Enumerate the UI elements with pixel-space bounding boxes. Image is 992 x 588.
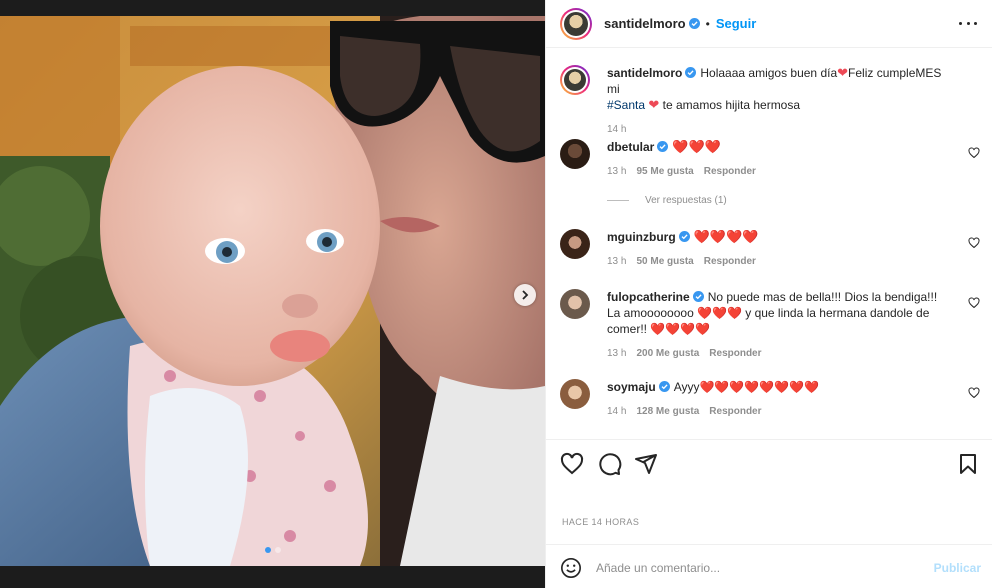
comment-item: soymaju Ayyy❤️❤️❤️❤️❤️❤️❤️❤️ 14 h 128 Me g… — [560, 379, 980, 420]
comment-icon[interactable] — [598, 452, 622, 476]
comment-input[interactable] — [596, 557, 916, 579]
post-actions — [546, 439, 992, 489]
author-username[interactable]: santidelmoro — [604, 16, 686, 31]
instagram-post: santidelmoro • Seguir santidelmoro Holaaa… — [0, 0, 992, 588]
comment-avatar[interactable] — [560, 289, 590, 319]
post-media — [0, 0, 545, 588]
heart-icon[interactable] — [968, 237, 980, 249]
heart-emoji: ❤ — [837, 65, 849, 80]
post-side-panel: santidelmoro • Seguir santidelmoro Holaaa… — [545, 0, 992, 588]
heart-icon[interactable] — [968, 297, 980, 309]
comment-time: 14 h — [607, 406, 627, 417]
view-replies-label: Ver respuestas (1) — [645, 195, 727, 206]
carousel-dot — [274, 547, 281, 553]
comment-username[interactable]: dbetular — [607, 140, 654, 154]
comment-text: Ayyy❤️❤️❤️❤️❤️❤️❤️❤️ — [673, 380, 820, 394]
bookmark-icon[interactable] — [956, 452, 980, 476]
caption-text-part: Holaaaa amigos buen día — [700, 66, 838, 80]
reply-button[interactable]: Responder — [709, 346, 761, 362]
caption-text: santidelmoro Holaaaa amigos buen día❤Feli… — [607, 65, 947, 113]
post-timestamp: HACE 14 HORAS — [562, 517, 640, 527]
carousel-indicator — [0, 547, 545, 553]
caption-avatar[interactable] — [560, 65, 590, 95]
verified-icon — [658, 381, 670, 392]
reply-button[interactable]: Responder — [709, 404, 761, 420]
share-icon[interactable] — [634, 452, 658, 476]
heart-emoji: ❤ — [648, 97, 660, 112]
comment-username[interactable]: fulopcatherine — [607, 290, 690, 304]
post-photo — [0, 16, 545, 566]
post-header: santidelmoro • Seguir — [546, 0, 992, 48]
comment-item: dbetular ❤️❤️❤️ 13 h 95 Me gusta Responder — [560, 139, 980, 180]
comment-likes[interactable]: 200 Me gusta — [636, 346, 699, 362]
follow-button[interactable]: Seguir — [716, 16, 756, 31]
verified-icon — [657, 141, 669, 152]
author-avatar[interactable] — [560, 7, 592, 40]
comment-username[interactable]: soymaju — [607, 380, 656, 394]
heart-icon[interactable] — [560, 452, 584, 476]
comment-item: mguinzburg ❤️❤️❤️❤️ 13 h 50 Me gusta Respon… — [560, 229, 980, 270]
heart-icon[interactable] — [968, 387, 980, 399]
reply-button[interactable]: Responder — [704, 164, 756, 180]
verified-icon — [678, 231, 690, 242]
chevron-right-icon — [522, 290, 529, 300]
comment-text: ❤️❤️❤️❤️ — [693, 229, 759, 244]
caption-username[interactable]: santidelmoro — [607, 66, 682, 80]
comment-username[interactable]: mguinzburg — [607, 230, 676, 244]
heart-icon[interactable] — [968, 147, 980, 159]
publish-button[interactable]: Publicar — [934, 561, 981, 575]
comment-time: 13 h — [607, 166, 627, 177]
verified-icon — [692, 291, 704, 302]
comment-item: fulopcatherine No puede mas de bella!!! D… — [560, 289, 980, 362]
view-replies-button[interactable]: Ver respuestas (1) — [607, 195, 727, 206]
carousel-dot — [264, 547, 271, 553]
verified-icon — [688, 18, 700, 29]
comment-time: 13 h — [607, 256, 627, 267]
comment-avatar[interactable] — [560, 139, 590, 169]
header-separator: • — [705, 16, 710, 31]
more-options-icon[interactable] — [959, 18, 977, 28]
comments-list: santidelmoro Holaaaa amigos buen día❤Feli… — [546, 49, 992, 439]
comment-likes[interactable]: 128 Me gusta — [636, 404, 699, 420]
emoji-icon[interactable] — [560, 557, 582, 579]
caption: santidelmoro Holaaaa amigos buen día❤Feli… — [560, 65, 980, 138]
verified-icon — [685, 67, 697, 78]
carousel-next-button[interactable] — [514, 284, 536, 306]
comment-avatar[interactable] — [560, 379, 590, 409]
comment-text: ❤️❤️❤️ — [672, 139, 721, 154]
comment-likes[interactable]: 50 Me gusta — [636, 254, 693, 270]
add-comment-bar: Publicar — [546, 544, 992, 588]
reply-button[interactable]: Responder — [704, 254, 756, 270]
comment-likes[interactable]: 95 Me gusta — [636, 164, 693, 180]
comment-avatar[interactable] — [560, 229, 590, 259]
caption-time: 14 h — [607, 124, 627, 135]
comment-time: 13 h — [607, 348, 627, 359]
caption-hashtag[interactable]: #Santa — [607, 98, 645, 112]
caption-text-part: te amamos hijita hermosa — [662, 98, 801, 112]
